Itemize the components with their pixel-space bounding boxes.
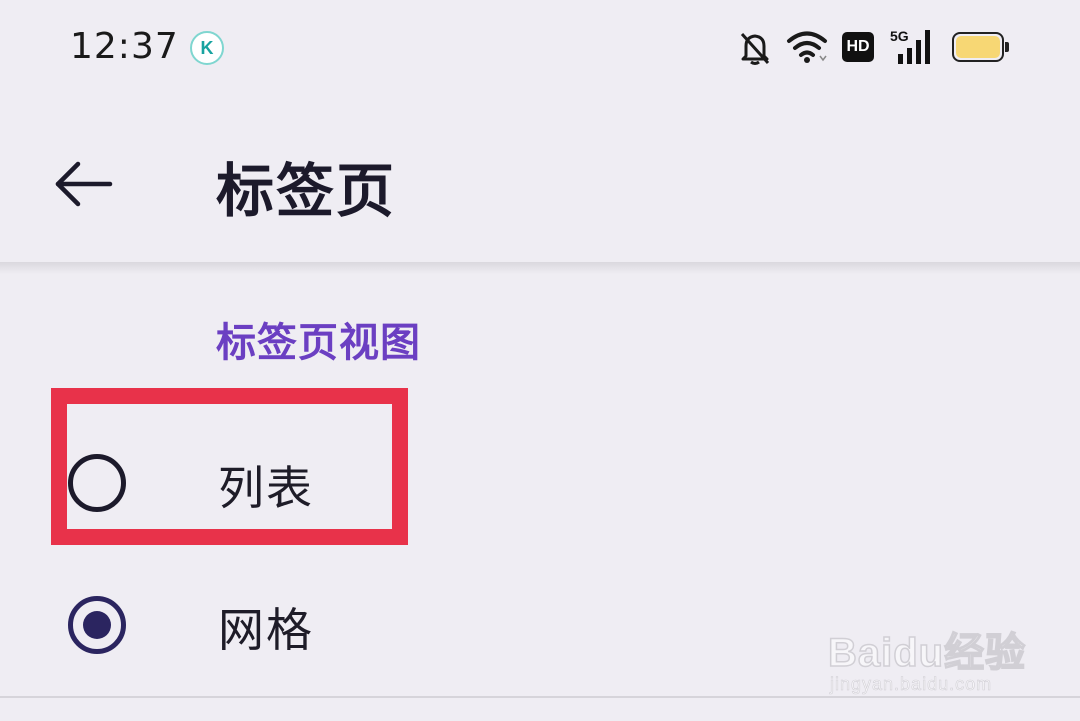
option-label-list: 列表 xyxy=(218,461,314,515)
hd-icon: HD xyxy=(842,32,874,62)
back-button[interactable] xyxy=(52,156,116,212)
status-time: 12:37 xyxy=(70,26,179,67)
signal-5g-icon: 5G xyxy=(890,28,938,64)
watermark-url: jingyan.baidu.com xyxy=(830,674,993,695)
app-bar-shadow xyxy=(0,262,1080,274)
app-notification-icon: K xyxy=(190,31,224,65)
wifi-icon xyxy=(787,31,827,63)
battery-icon xyxy=(952,32,1009,62)
bell-muted-icon xyxy=(740,32,770,65)
option-list-view[interactable]: 列表 xyxy=(0,418,1080,548)
section-title: 标签页视图 xyxy=(216,320,421,366)
option-label-grid: 网格 xyxy=(218,603,314,657)
app-bar xyxy=(0,96,1080,264)
radio-button-grid-selected[interactable] xyxy=(68,596,126,654)
status-bar: 12:37 K HD 5G xyxy=(0,0,1080,96)
page-title: 标签页 xyxy=(216,157,397,225)
radio-button-list[interactable] xyxy=(68,454,126,512)
network-label: 5G xyxy=(890,28,909,44)
arrow-left-icon xyxy=(55,161,113,207)
watermark-brand: Baidu经验 xyxy=(827,630,1027,676)
watermark: Baidu经验 jingyan.baidu.com xyxy=(827,608,1028,698)
